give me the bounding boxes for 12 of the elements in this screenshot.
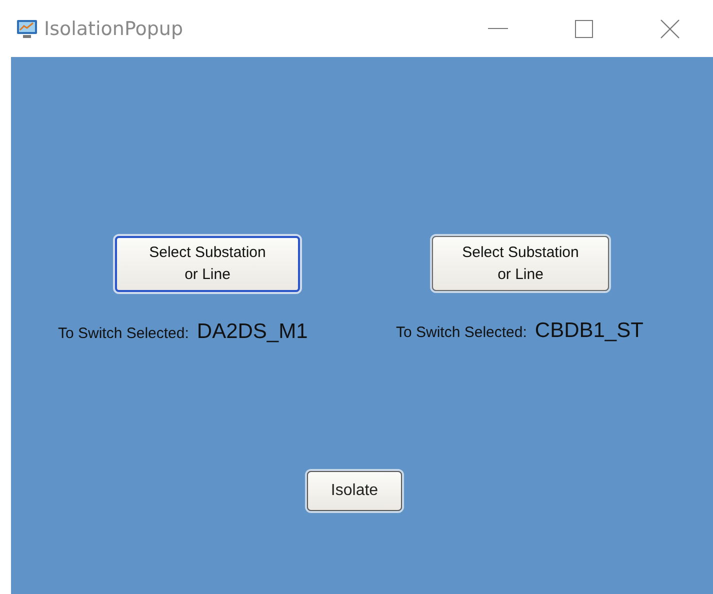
close-icon[interactable] — [660, 18, 680, 38]
minimize-icon[interactable] — [488, 28, 508, 30]
switch-value: DA2DS_M1 — [196, 320, 308, 344]
switch-label: To Switch Selected: — [396, 324, 527, 341]
select-substation-button[interactable]: Select Substation or Line — [432, 236, 609, 291]
monitor-chart-icon — [16, 18, 38, 40]
isolate-button[interactable]: Isolate — [307, 471, 402, 511]
maximize-icon[interactable] — [575, 20, 593, 38]
window-title: IsolationPopup — [44, 18, 184, 40]
switch-value: CBDB1_ST — [534, 319, 644, 343]
select-substation-button[interactable]: Select Substation or Line — [115, 236, 300, 292]
switch-label: To Switch Selected: — [58, 325, 189, 342]
